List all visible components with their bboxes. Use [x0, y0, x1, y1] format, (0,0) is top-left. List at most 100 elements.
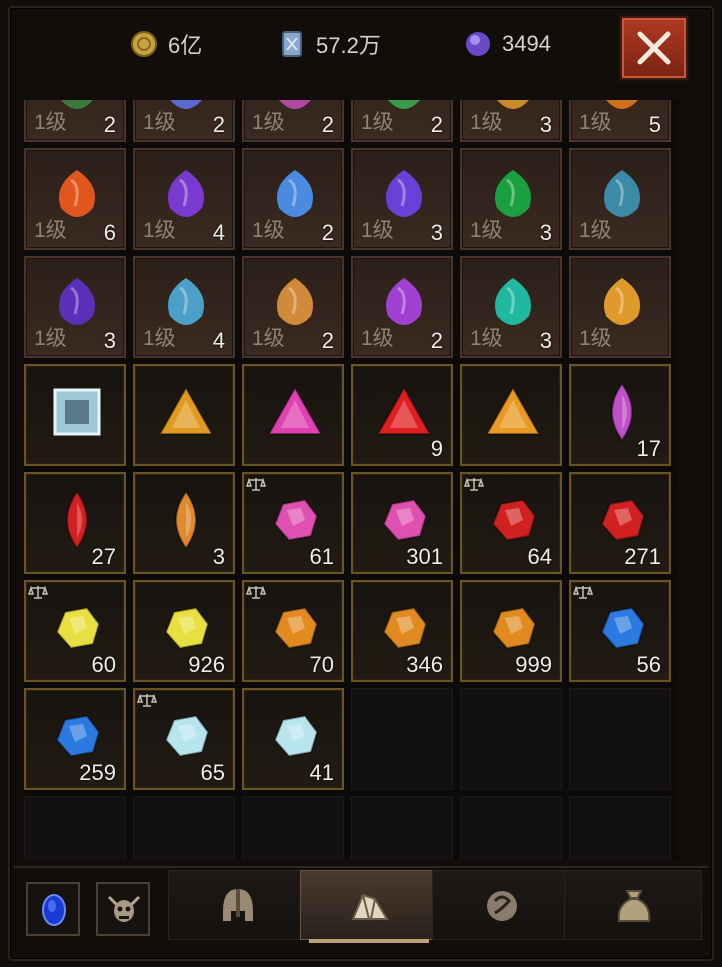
- item-level: 1级: [579, 327, 612, 350]
- item-count: 346: [406, 652, 443, 677]
- tab-equipment[interactable]: [168, 870, 306, 940]
- gem-slot[interactable]: 64: [460, 472, 562, 574]
- material-slot[interactable]: 1级: [569, 148, 671, 250]
- item-count: 64: [527, 544, 552, 569]
- gem-slot[interactable]: 999: [460, 580, 562, 682]
- item-level: 1级: [361, 219, 394, 242]
- empty-slot: [24, 796, 126, 860]
- gem-slot[interactable]: 56: [569, 580, 671, 682]
- empty-slot: [351, 688, 453, 790]
- item-level: 1级: [34, 219, 67, 242]
- material-slot[interactable]: 1级 3: [351, 148, 453, 250]
- gem-icon: [66, 490, 88, 550]
- gem-slot[interactable]: 17: [569, 364, 671, 466]
- gem-icon: [267, 385, 323, 435]
- material-slot[interactable]: 1级 2: [242, 100, 344, 142]
- gem-icon: [273, 606, 319, 650]
- item-count: 17: [636, 436, 661, 461]
- gem-slot[interactable]: 70: [242, 580, 344, 682]
- inventory-grid: 1级 2 1级 2 1级 2 1级 2 1级 3 1级 5 1级 6 1级 4 1级 2 1级 3 1级 3 1级 1级 3 1级…: [24, 100, 678, 860]
- close-icon: [637, 31, 671, 65]
- demon-skull-button[interactable]: [96, 882, 150, 936]
- item-level: 1级: [361, 111, 394, 134]
- gem-icon: [611, 382, 633, 442]
- material-slot[interactable]: 1级: [569, 256, 671, 358]
- purple-orb-icon: [466, 32, 490, 56]
- gem-slot[interactable]: [24, 364, 126, 466]
- item-count: 999: [515, 652, 552, 677]
- gem-slot[interactable]: 259: [24, 688, 126, 790]
- item-count: 259: [79, 760, 116, 785]
- gem-slot[interactable]: 346: [351, 580, 453, 682]
- item-count: 3: [539, 112, 552, 137]
- item-level: 1级: [143, 327, 176, 350]
- item-count: 3: [539, 220, 552, 245]
- loot-bag-icon: [617, 890, 651, 922]
- gem-slot[interactable]: 27: [24, 472, 126, 574]
- gem-icon: [55, 714, 101, 758]
- gem-slot[interactable]: [460, 364, 562, 466]
- material-slot[interactable]: 1级 2: [351, 256, 453, 358]
- helmet-icon: [223, 889, 253, 921]
- gem-slot[interactable]: [242, 364, 344, 466]
- gem-slot[interactable]: 41: [242, 688, 344, 790]
- item-count: 301: [406, 544, 443, 569]
- material-slot[interactable]: 1级 2: [24, 100, 126, 142]
- material-slot[interactable]: 1级 3: [460, 100, 562, 142]
- item-level: 1级: [34, 327, 67, 350]
- item-count: 9: [430, 436, 443, 461]
- material-slot[interactable]: 1级 3: [24, 256, 126, 358]
- gem-icon: [600, 606, 646, 650]
- close-button[interactable]: [620, 16, 688, 80]
- item-level: 1级: [470, 111, 503, 134]
- material-slot[interactable]: 1级 3: [460, 148, 562, 250]
- gem-slot[interactable]: 65: [133, 688, 235, 790]
- gem-slot[interactable]: [133, 364, 235, 466]
- gem-icon: [600, 498, 646, 542]
- tab-consumables[interactable]: [432, 870, 570, 940]
- tab-gems[interactable]: [300, 870, 438, 943]
- material-slot[interactable]: 1级 2: [242, 256, 344, 358]
- scales-icon: [28, 585, 48, 599]
- gem-slot[interactable]: 271: [569, 472, 671, 574]
- gem-slot[interactable]: 3: [133, 472, 235, 574]
- blue-portal-button[interactable]: [26, 882, 80, 936]
- currency-bar: 6亿 57.2万 3494: [0, 0, 722, 92]
- material-slot[interactable]: 1级 4: [133, 148, 235, 250]
- material-slot[interactable]: 1级 2: [133, 100, 235, 142]
- gem-icon: [164, 606, 210, 650]
- material-slot[interactable]: 1级 5: [569, 100, 671, 142]
- material-slot[interactable]: 1级 3: [460, 256, 562, 358]
- item-count: 60: [91, 652, 116, 677]
- item-count: 3: [430, 220, 443, 245]
- item-count: 2: [212, 112, 225, 137]
- scales-icon: [464, 477, 484, 491]
- item-count: 65: [200, 760, 225, 785]
- item-level: 1级: [252, 111, 285, 134]
- gem-slot[interactable]: 926: [133, 580, 235, 682]
- item-count: 2: [103, 112, 116, 137]
- material-slot[interactable]: 1级 4: [133, 256, 235, 358]
- demon-skull-icon: [107, 895, 141, 922]
- gem-slot[interactable]: 9: [351, 364, 453, 466]
- item-count: 271: [624, 544, 661, 569]
- scales-icon: [246, 585, 266, 599]
- item-level: 1级: [34, 111, 67, 134]
- gem-slot[interactable]: 301: [351, 472, 453, 574]
- gem-icon: [158, 385, 214, 435]
- inventory-window: 6亿 57.2万 3494 1级 2 1级 2 1级 2 1级 2 1级 3 1级 5 1级 6 1级 4 1级…: [0, 0, 722, 967]
- item-count: 926: [188, 652, 225, 677]
- item-count: 3: [103, 328, 116, 353]
- item-level: 1级: [252, 327, 285, 350]
- gem-slot[interactable]: 60: [24, 580, 126, 682]
- material-slot[interactable]: 1级 2: [242, 148, 344, 250]
- empty-slot: [460, 796, 562, 860]
- material-slot[interactable]: 1级 6: [24, 148, 126, 250]
- item-level: 1级: [579, 111, 612, 134]
- gem-pile-icon: [351, 893, 389, 920]
- material-slot[interactable]: 1级 2: [351, 100, 453, 142]
- rune-emblem-icon: [487, 891, 517, 921]
- gem-slot[interactable]: 61: [242, 472, 344, 574]
- item-count: 2: [321, 220, 334, 245]
- tab-materials[interactable]: [564, 870, 702, 940]
